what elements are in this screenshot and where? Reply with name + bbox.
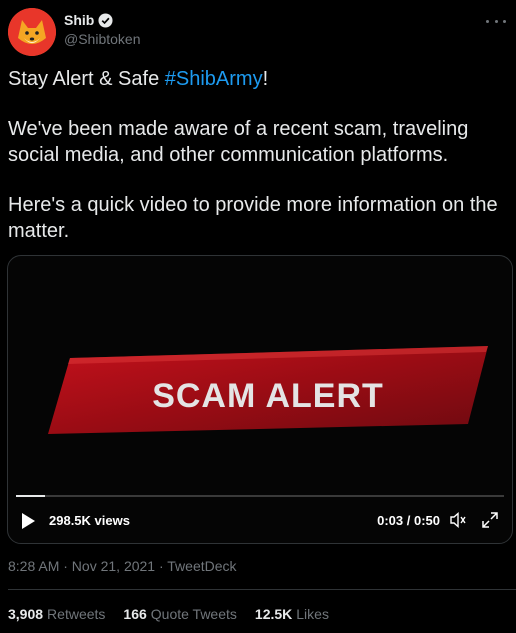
video-controls: 298.5K views 0:03 / 0:50 bbox=[8, 498, 512, 543]
author-name[interactable]: Shib bbox=[64, 12, 94, 28]
avatar[interactable] bbox=[8, 8, 56, 56]
tweet-paragraph-2: We've been made aware of a recent scam, … bbox=[8, 118, 469, 166]
volume-icon[interactable] bbox=[448, 510, 468, 530]
author-handle[interactable]: @Shibtoken bbox=[64, 31, 140, 47]
tweet: Shib @Shibtoken Stay Alert & Safe #ShibA… bbox=[0, 0, 516, 633]
video-player[interactable]: SCAM ALERT 298.5K views 0:03 / 0:50 bbox=[7, 255, 513, 544]
fullscreen-icon[interactable] bbox=[480, 510, 500, 530]
tweet-line-1: Stay Alert & Safe #ShibArmy! bbox=[8, 68, 269, 90]
quote-tweets-stat[interactable]: 166 Quote Tweets bbox=[123, 606, 237, 622]
shiba-logo-icon bbox=[8, 8, 56, 56]
tweet-text: Stay Alert & Safe #ShibArmy! We've been … bbox=[8, 66, 512, 268]
divider bbox=[8, 589, 516, 590]
more-options-icon[interactable] bbox=[486, 14, 506, 28]
tweet-paragraph-3: Here's a quick video to provide more inf… bbox=[8, 194, 498, 242]
video-progress-bar[interactable] bbox=[16, 495, 504, 497]
tweet-timestamp[interactable]: 8:28 AM · Nov 21, 2021 · TweetDeck bbox=[8, 558, 237, 574]
likes-stat[interactable]: 12.5K Likes bbox=[255, 606, 329, 622]
video-time: 0:03 / 0:50 bbox=[377, 513, 440, 528]
hashtag-link[interactable]: #ShibArmy bbox=[165, 68, 263, 90]
verified-badge-icon bbox=[98, 12, 113, 28]
tweet-stats: 3,908 Retweets 166 Quote Tweets 12.5K Likes bbox=[8, 606, 329, 622]
video-views: 298.5K views bbox=[49, 513, 130, 528]
author-name-row: Shib bbox=[64, 12, 113, 28]
retweets-stat[interactable]: 3,908 Retweets bbox=[8, 606, 105, 622]
video-progress-fill bbox=[16, 495, 46, 497]
play-icon[interactable] bbox=[22, 513, 35, 529]
banner-text: SCAM ALERT bbox=[152, 376, 384, 415]
